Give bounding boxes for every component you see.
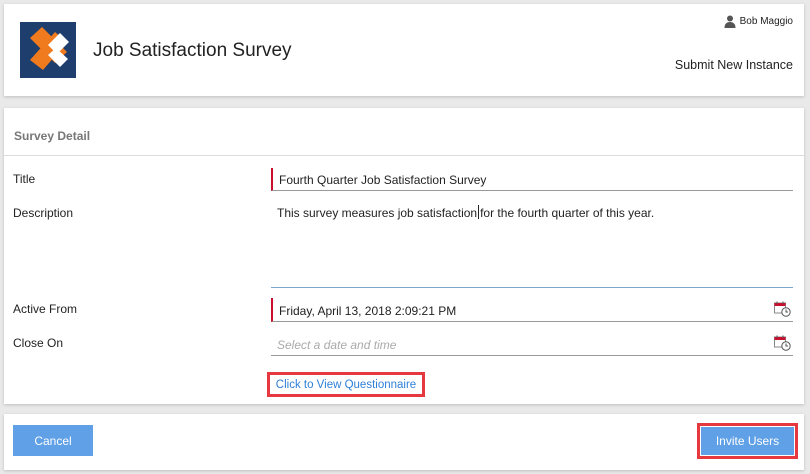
description-text-before: This survey measures job satisfaction — [277, 206, 478, 220]
view-questionnaire-link[interactable]: Click to View Questionnaire — [276, 379, 416, 391]
close-on-label: Close On — [13, 336, 64, 350]
title-label: Title — [13, 172, 36, 186]
questionnaire-link-highlight: Click to View Questionnaire — [267, 372, 425, 397]
description-textarea[interactable]: This survey measures job satisfaction for… — [271, 200, 793, 288]
text-caret — [478, 205, 480, 219]
survey-detail-panel: Survey Detail Title Fourth Quarter Job S… — [4, 108, 804, 404]
invite-users-highlight: Invite Users — [697, 423, 798, 459]
cancel-button[interactable]: Cancel — [13, 425, 93, 456]
logo-x-icon — [20, 22, 76, 78]
title-value: Fourth Quarter Job Satisfaction Survey — [279, 173, 487, 187]
close-on-datetime-input[interactable]: Select a date and time — [271, 332, 793, 356]
action-footer: Cancel Invite Users — [4, 414, 804, 470]
app-logo — [20, 22, 76, 78]
description-text-after: for the fourth quarter of this year. — [480, 206, 655, 220]
user-name: Bob Maggio — [739, 16, 793, 27]
calendar-clock-icon[interactable] — [774, 335, 791, 351]
section-title: Survey Detail — [14, 129, 91, 143]
page-title: Job Satisfaction Survey — [93, 40, 292, 61]
close-on-placeholder: Select a date and time — [277, 338, 397, 352]
active-from-value: Friday, April 13, 2018 2:09:21 PM — [279, 304, 457, 318]
description-label: Description — [13, 206, 74, 220]
user-menu[interactable]: Bob Maggio — [724, 15, 793, 28]
user-icon — [724, 15, 736, 28]
invite-users-button[interactable]: Invite Users — [701, 427, 794, 455]
section-header: Survey Detail — [4, 108, 804, 156]
calendar-clock-icon[interactable] — [774, 301, 791, 317]
title-input[interactable]: Fourth Quarter Job Satisfaction Survey — [271, 168, 793, 191]
description-value: This survey measures job satisfaction for… — [277, 205, 654, 220]
app-header: Job Satisfaction Survey Bob Maggio Submi… — [4, 4, 804, 96]
submit-new-instance-link[interactable]: Submit New Instance — [675, 58, 793, 72]
active-from-label: Active From — [13, 302, 78, 316]
active-from-datetime-input[interactable]: Friday, April 13, 2018 2:09:21 PM — [271, 298, 793, 322]
